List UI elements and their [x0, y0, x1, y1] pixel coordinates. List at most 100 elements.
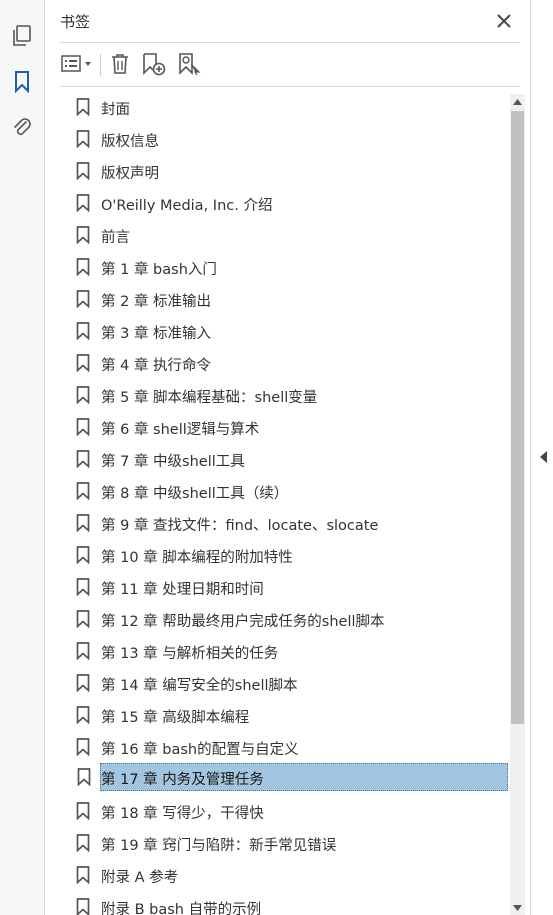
bookmark-icon [76, 98, 90, 116]
bookmark-item[interactable]: 第 1 章 bash入门 [60, 253, 508, 281]
bookmark-icon [76, 706, 90, 724]
bookmark-label: 版权信息 [101, 134, 159, 150]
bookmark-item[interactable]: 第 14 章 编写安全的shell脚本 [60, 669, 508, 697]
bookmark-label: 第 18 章 写得少，干得快 [101, 806, 264, 822]
toolbar-separator [100, 54, 101, 76]
bookmark-item[interactable]: 第 6 章 shell逻辑与算术 [60, 413, 508, 441]
bookmark-icon [76, 738, 90, 756]
bookmark-item[interactable]: 第 19 章 窍门与陷阱：新手常见错误 [60, 829, 508, 857]
bookmark-icon [76, 546, 90, 564]
bookmark-label: 第 5 章 脚本编程基础：shell变量 [101, 390, 318, 406]
bookmark-item[interactable]: 版权信息 [60, 125, 508, 153]
find-current-bookmark-icon[interactable] [176, 50, 204, 78]
bookmark-label: 第 16 章 bash的配置与自定义 [101, 742, 299, 758]
bookmark-icon [76, 322, 90, 340]
bookmark-icon [76, 514, 90, 532]
divider [60, 86, 520, 87]
scroll-up-arrow-icon[interactable] [510, 94, 525, 109]
bookmark-icon [76, 386, 90, 404]
bookmark-item[interactable]: 前言 [60, 221, 508, 249]
bookmark-label: 第 6 章 shell逻辑与算术 [101, 422, 260, 438]
bookmark-item[interactable]: 第 16 章 bash的配置与自定义 [60, 733, 508, 761]
bookmarks-panel: 书签 封面 版权信息 版权声明 O'Reilly Media, Inc. 介绍 … [45, 0, 530, 915]
panel-title: 书签 [60, 13, 91, 31]
bookmark-item[interactable]: 第 15 章 高级脚本编程 [60, 701, 508, 729]
bookmark-icon [76, 834, 90, 852]
bookmark-label: 第 12 章 帮助最终用户完成任务的shell脚本 [101, 614, 385, 630]
bookmark-label: 第 4 章 执行命令 [101, 358, 212, 374]
scroll-down-arrow-icon[interactable] [510, 900, 525, 915]
options-menu-button[interactable] [60, 50, 96, 78]
bookmark-item[interactable]: 封面 [60, 93, 508, 121]
bookmark-label: 附录 A 参考 [101, 870, 179, 886]
panel-edge [530, 0, 553, 915]
bookmark-label: 第 10 章 脚本编程的附加特性 [101, 550, 293, 566]
bookmark-label: 前言 [101, 230, 130, 246]
bookmark-icon [76, 130, 90, 148]
collapse-arrow-icon[interactable] [537, 449, 549, 465]
bookmark-label: 第 13 章 与解析相关的任务 [101, 646, 279, 662]
bookmark-item[interactable]: 版权声明 [60, 157, 508, 185]
vertical-scrollbar[interactable] [510, 94, 525, 915]
bookmark-item[interactable]: 第 3 章 标准输入 [60, 317, 508, 345]
left-toolbar [0, 0, 45, 915]
bookmark-item[interactable]: 第 18 章 写得少，干得快 [60, 797, 508, 825]
bookmark-icon [76, 194, 90, 212]
bookmark-label: 第 9 章 查找文件：find、locate、slocate [101, 518, 379, 534]
bookmark-item[interactable]: 第 8 章 中级shell工具（续） [60, 477, 508, 505]
close-icon[interactable] [493, 10, 515, 32]
bookmark-icon [76, 418, 90, 436]
bookmark-icon [76, 354, 90, 372]
bookmark-label: 第 1 章 bash入门 [101, 262, 217, 278]
bookmark-icon [76, 290, 90, 308]
bookmark-icon [76, 226, 90, 244]
trash-icon[interactable] [108, 50, 132, 78]
bookmark-icon [76, 866, 90, 884]
bookmark-label: 封面 [101, 102, 130, 118]
bookmark-label: 第 17 章 内务及管理任务 [101, 772, 264, 788]
bookmark-item[interactable]: O'Reilly Media, Inc. 介绍 [60, 189, 508, 217]
bookmark-label: 第 19 章 窍门与陷阱：新手常见错误 [101, 838, 337, 854]
new-bookmark-icon[interactable] [140, 50, 168, 78]
bookmark-icon [76, 162, 90, 180]
bookmark-icon [77, 768, 91, 786]
bookmark-item[interactable]: 第 4 章 执行命令 [60, 349, 508, 377]
attachment-icon[interactable] [10, 115, 34, 139]
bookmark-item[interactable]: 第 7 章 中级shell工具 [60, 445, 508, 473]
bookmark-item[interactable]: 第 11 章 处理日期和时间 [60, 573, 508, 601]
bookmark-label: 第 11 章 处理日期和时间 [101, 582, 264, 598]
bookmarks-toolbar [60, 48, 520, 80]
bookmark-item[interactable]: 第 10 章 脚本编程的附加特性 [60, 541, 508, 569]
bookmark-item[interactable]: 附录 A 参考 [60, 861, 508, 889]
bookmark-label: 第 3 章 标准输入 [101, 326, 212, 342]
bookmark-label: 版权声明 [101, 166, 159, 182]
bookmark-label: O'Reilly Media, Inc. 介绍 [101, 198, 273, 214]
bookmark-item[interactable]: 第 2 章 标准输出 [60, 285, 508, 313]
bookmark-icon [76, 450, 90, 468]
pages-icon[interactable] [10, 24, 34, 48]
bookmark-item[interactable]: 第 5 章 脚本编程基础：shell变量 [60, 381, 508, 409]
bookmark-item-selected[interactable]: 第 17 章 内务及管理任务 [77, 763, 508, 791]
bookmark-label: 第 8 章 中级shell工具（续） [101, 486, 289, 502]
scrollbar-thumb[interactable] [511, 111, 524, 724]
bookmark-label: 第 2 章 标准输出 [101, 294, 212, 310]
bookmark-icon[interactable] [10, 70, 34, 94]
bookmark-icon [76, 802, 90, 820]
bookmark-icon [76, 578, 90, 596]
bookmark-icon [76, 610, 90, 628]
bookmark-label: 第 15 章 高级脚本编程 [101, 710, 250, 726]
bookmark-item[interactable]: 第 13 章 与解析相关的任务 [60, 637, 508, 665]
bookmark-list: 封面 版权信息 版权声明 O'Reilly Media, Inc. 介绍 前言 … [60, 93, 510, 915]
bookmark-icon [76, 898, 90, 915]
bookmark-label: 第 7 章 中级shell工具 [101, 454, 245, 470]
bookmark-icon [76, 258, 90, 276]
bookmark-item[interactable]: 第 9 章 查找文件：find、locate、slocate [60, 509, 508, 537]
bookmark-label: 附录 B bash 自带的示例 [101, 902, 262, 915]
bookmark-icon [76, 482, 90, 500]
bookmark-item[interactable]: 第 12 章 帮助最终用户完成任务的shell脚本 [60, 605, 508, 633]
divider [60, 42, 520, 43]
bookmark-item[interactable]: 附录 B bash 自带的示例 [60, 893, 508, 915]
bookmark-icon [76, 674, 90, 692]
bookmark-label: 第 14 章 编写安全的shell脚本 [101, 678, 298, 694]
bookmark-icon [76, 642, 90, 660]
